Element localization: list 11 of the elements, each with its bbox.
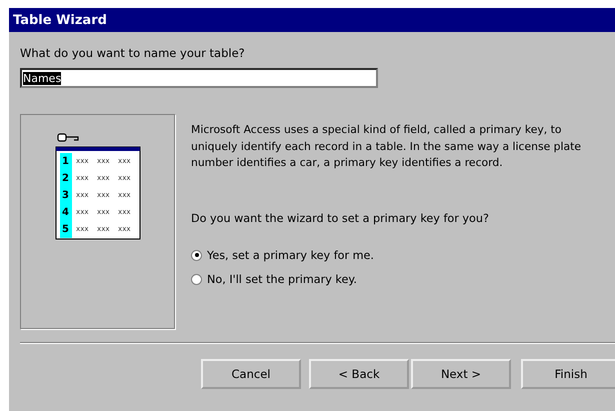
table-name-field[interactable]: Names <box>20 68 378 88</box>
wizard-button[interactable]: Next > <box>411 359 511 389</box>
wizard-button[interactable]: Finish <box>521 359 615 389</box>
wizard-button[interactable]: Cancel <box>201 359 301 389</box>
question-text: Do you want the wizard to set a primary key for you? <box>191 212 489 224</box>
wizard-button[interactable]: < Back <box>309 359 409 389</box>
window-title: Table Wizard <box>13 12 107 28</box>
description-text: Microsoft Access uses a special kind of field, called a primary key, to uniquely identify each record in a table. In the same way a license plate number identifies a car, a primary key identifies a record. <box>191 122 582 171</box>
name-prompt: What do you want to name your table? <box>20 46 245 60</box>
radio-option[interactable]: Yes, set a primary key for me. <box>191 248 374 262</box>
radio-option[interactable]: No, I'll set the primary key. <box>191 272 357 286</box>
